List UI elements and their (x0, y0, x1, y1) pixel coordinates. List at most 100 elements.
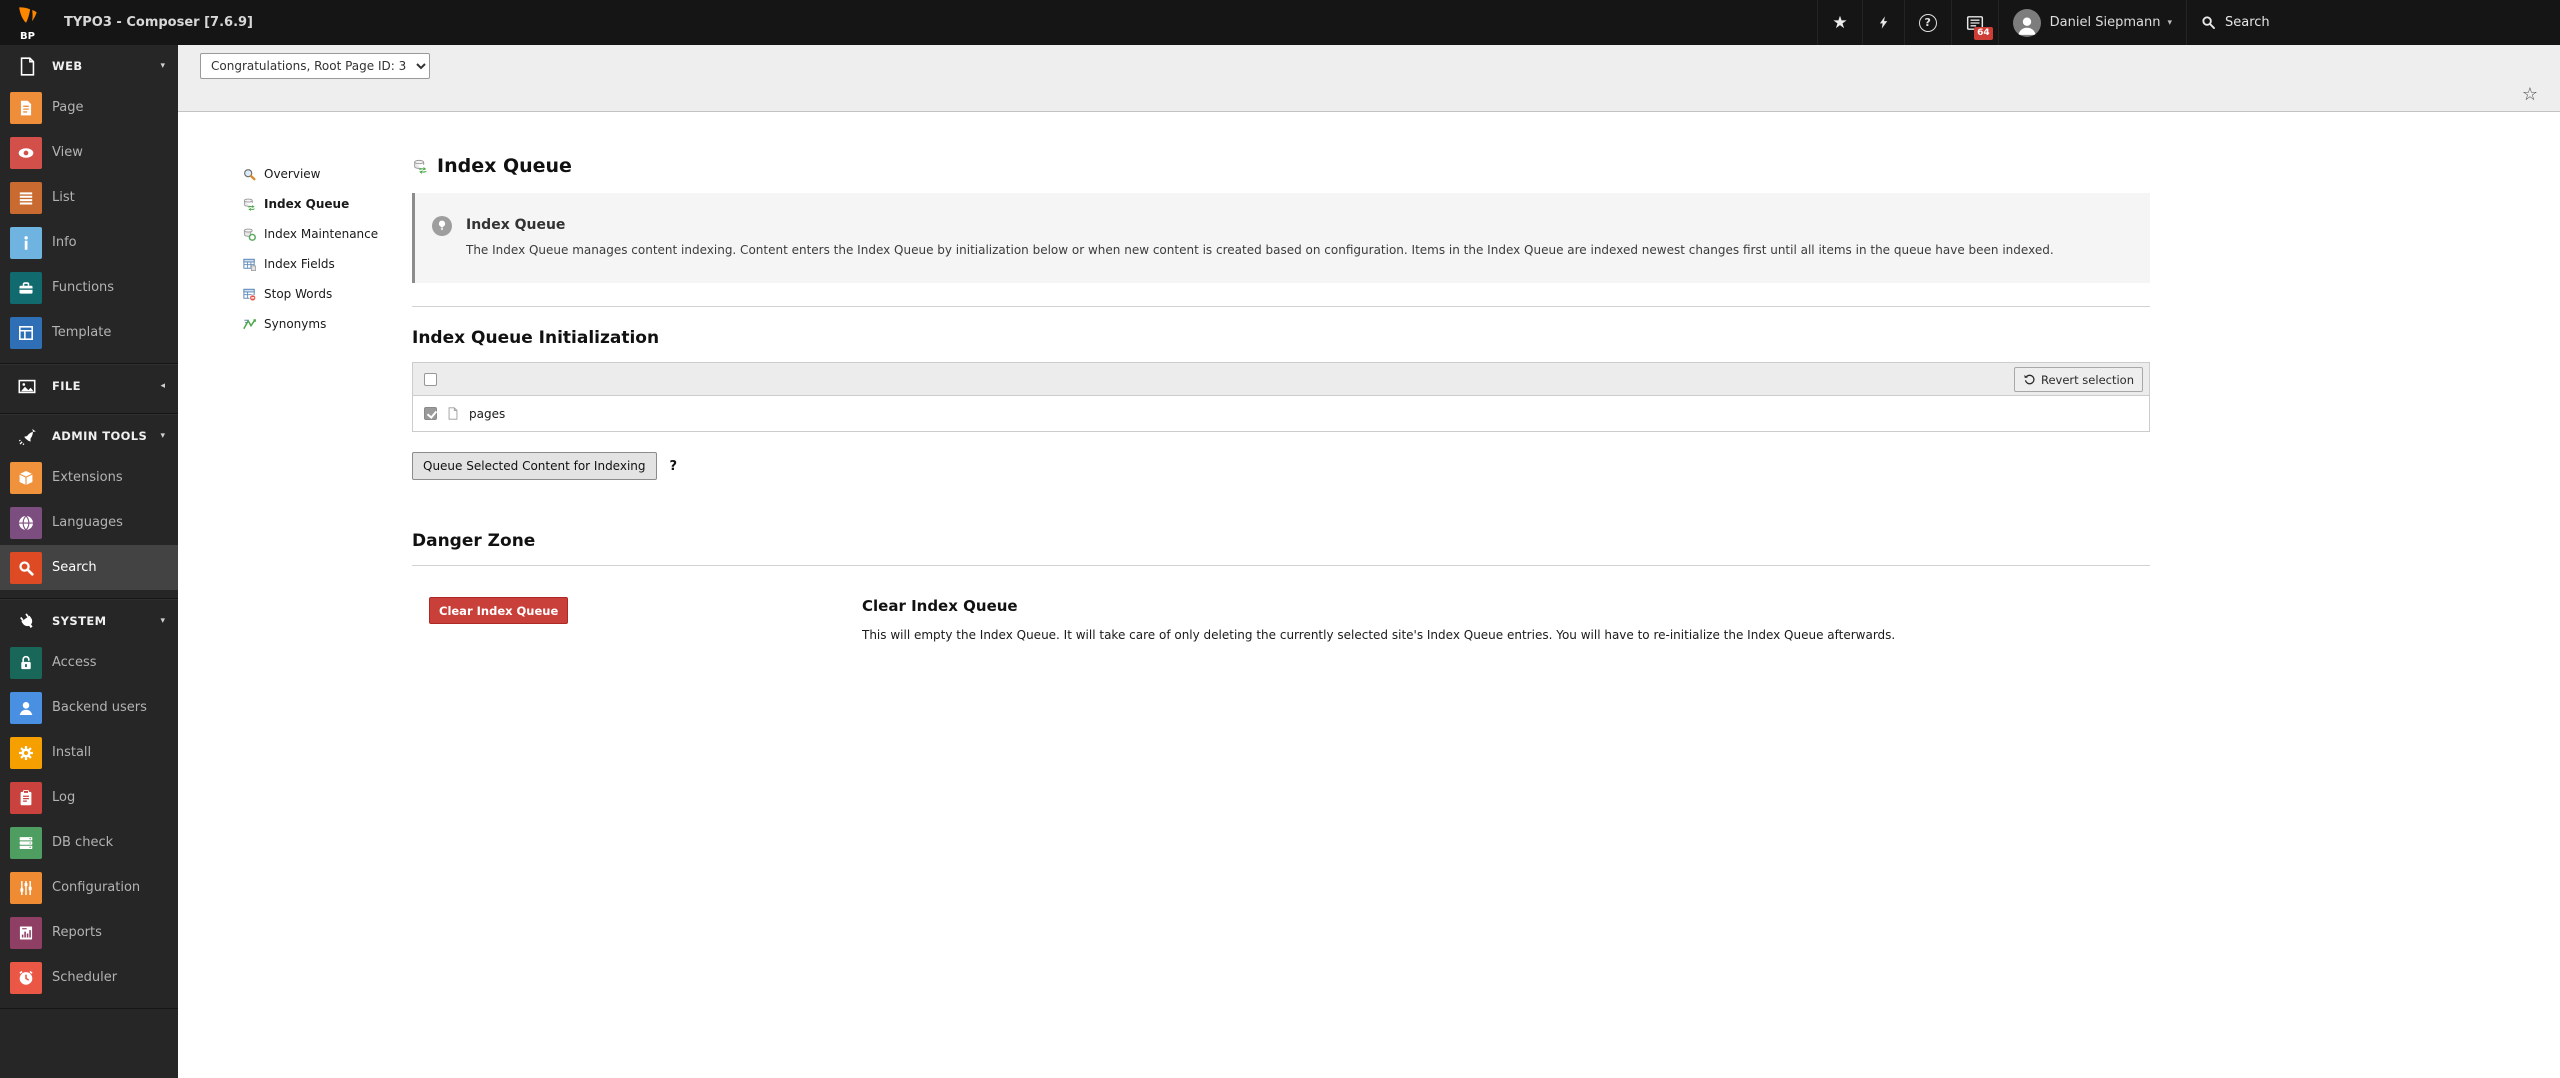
sidebar-item-access[interactable]: Access (0, 640, 178, 685)
module-group-label: SYSTEM (52, 614, 106, 628)
bookmark-star-icon[interactable]: ☆ (2522, 84, 2538, 105)
sidebar-item-reports[interactable]: Reports (0, 910, 178, 955)
bolt-icon (1877, 14, 1890, 31)
module-group-web: WEB ▾ Page View List Info (0, 45, 178, 364)
module-group-header-system[interactable]: SYSTEM ▾ (0, 602, 178, 640)
callout-title: Index Queue (466, 217, 2054, 233)
tab-label: Overview (264, 167, 321, 181)
row-label: pages (469, 407, 505, 421)
sidebar-item-label: Info (52, 235, 77, 250)
solr-subnav: Overview Index Queue Index Maintenance I… (242, 159, 417, 339)
sidebar-item-backend-users[interactable]: Backend users (0, 685, 178, 730)
topbar: BP TYPO3 - Composer [7.6.9] ★ ? 64 Danie… (0, 0, 2560, 45)
sidebar-item-label: DB check (52, 835, 113, 850)
revert-selection-button[interactable]: Revert selection (2014, 367, 2143, 392)
sidebar-item-search[interactable]: Search (0, 545, 178, 590)
clear-index-queue-button[interactable]: Clear Index Queue (429, 597, 568, 624)
sidebar-item-page[interactable]: Page (0, 85, 178, 130)
search-toolbar-item[interactable]: Search (2186, 0, 2560, 45)
pages-checkbox[interactable] (424, 407, 437, 420)
globe-icon (10, 507, 42, 539)
tab-label: Synonyms (264, 317, 326, 331)
module-group-header-file[interactable]: FILE ◂ (0, 367, 178, 405)
eye-icon (10, 137, 42, 169)
tab-index-queue[interactable]: Index Queue (242, 189, 417, 219)
sidebar-item-list[interactable]: List (0, 175, 178, 220)
page-document-icon (446, 406, 460, 421)
sidebar-item-languages[interactable]: Languages (0, 500, 178, 545)
topbar-toolbar: ★ ? 64 Daniel Siepmann ▾ Search (1817, 0, 2560, 45)
sidebar-item-functions[interactable]: Functions (0, 265, 178, 310)
info-callout: Index Queue The Index Queue manages cont… (412, 193, 2150, 283)
queue-action-row: Queue Selected Content for Indexing ? (412, 452, 2150, 480)
clear-cache-button[interactable] (1862, 0, 1904, 45)
help-button[interactable]: ? (1904, 0, 1951, 45)
sidebar-item-label: Page (52, 100, 83, 115)
danger-zone-heading: Danger Zone (412, 531, 2150, 551)
sidebar-item-label: Reports (52, 925, 102, 940)
sidebar-item-label: List (52, 190, 75, 205)
init-section-heading: Index Queue Initialization (412, 328, 2150, 348)
sidebar-item-configuration[interactable]: Configuration (0, 865, 178, 910)
notifications-button[interactable]: 64 (1951, 0, 1998, 45)
bookmarks-button[interactable]: ★ (1817, 0, 1861, 45)
search-module-icon (10, 552, 42, 584)
help-question-mark[interactable]: ? (670, 459, 678, 474)
module-group-header-web[interactable]: WEB ▾ (0, 47, 178, 85)
typo3-logo[interactable]: BP (0, 0, 58, 45)
tab-index-maintenance[interactable]: Index Maintenance (242, 219, 417, 249)
module-group-label: FILE (52, 379, 81, 393)
sidebar-item-label: Functions (52, 280, 114, 295)
page-title-text: Index Queue (437, 155, 572, 177)
module-group-header-admin-tools[interactable]: ADMIN TOOLS ▾ (0, 417, 178, 455)
tab-synonyms[interactable]: Synonyms (242, 309, 417, 339)
chevron-down-icon: ▾ (160, 61, 165, 71)
star-icon: ★ (1832, 13, 1847, 33)
list-icon (10, 182, 42, 214)
docheader: Congratulations, Root Page ID: 3 ☆ (178, 45, 2560, 112)
sidebar-item-template[interactable]: Template (0, 310, 178, 355)
root-page-select[interactable]: Congratulations, Root Page ID: 3 (200, 53, 430, 79)
sidebar-item-view[interactable]: View (0, 130, 178, 175)
revert-icon (2023, 373, 2036, 386)
revert-button-label: Revert selection (2041, 373, 2134, 387)
page-title: Index Queue (412, 155, 2150, 177)
sidebar-item-label: Access (52, 655, 97, 670)
lock-icon (10, 647, 42, 679)
divider (412, 306, 2150, 307)
sidebar-item-db-check[interactable]: DB check (0, 820, 178, 865)
tab-label: Index Queue (264, 197, 349, 211)
queue-selected-button[interactable]: Queue Selected Content for Indexing (412, 452, 657, 480)
search-label: Search (2225, 15, 2270, 30)
sidebar-item-scheduler[interactable]: Scheduler (0, 955, 178, 1000)
tab-stop-words[interactable]: Stop Words (242, 279, 417, 309)
tab-overview[interactable]: Overview (242, 159, 417, 189)
sidebar-item-label: Search (52, 560, 97, 575)
sidebar-item-info[interactable]: Info (0, 220, 178, 265)
page-icon (10, 92, 42, 124)
lightbulb-icon (432, 216, 452, 236)
init-table-header: Revert selection (413, 363, 2149, 396)
app-title: TYPO3 - Composer [7.6.9] (64, 15, 253, 30)
template-icon (10, 317, 42, 349)
table-row-pages: pages (413, 396, 2149, 431)
gear-icon (10, 737, 42, 769)
avatar (2013, 9, 2041, 37)
module-group-system: SYSTEM ▾ Access Backend users Install (0, 599, 178, 1009)
module-group-label: ADMIN TOOLS (52, 429, 147, 443)
notification-badge: 64 (1974, 27, 1993, 40)
synonyms-icon (242, 317, 257, 332)
clear-index-queue-heading: Clear Index Queue (862, 597, 1895, 615)
callout-body: Index Queue The Index Queue manages cont… (466, 216, 2054, 257)
user-menu[interactable]: Daniel Siepmann ▾ (1998, 0, 2186, 45)
chevron-down-icon: ▾ (2167, 18, 2172, 28)
module-body: Overview Index Queue Index Maintenance I… (178, 113, 2560, 1078)
sidebar-item-log[interactable]: Log (0, 775, 178, 820)
select-all-checkbox[interactable] (424, 373, 437, 386)
sidebar-item-extensions[interactable]: Extensions (0, 455, 178, 500)
chevron-down-icon: ▾ (160, 431, 165, 441)
callout-text: The Index Queue manages content indexing… (466, 243, 2054, 257)
sidebar-item-label: Backend users (52, 700, 147, 715)
sidebar-item-install[interactable]: Install (0, 730, 178, 775)
tab-index-fields[interactable]: Index Fields (242, 249, 417, 279)
